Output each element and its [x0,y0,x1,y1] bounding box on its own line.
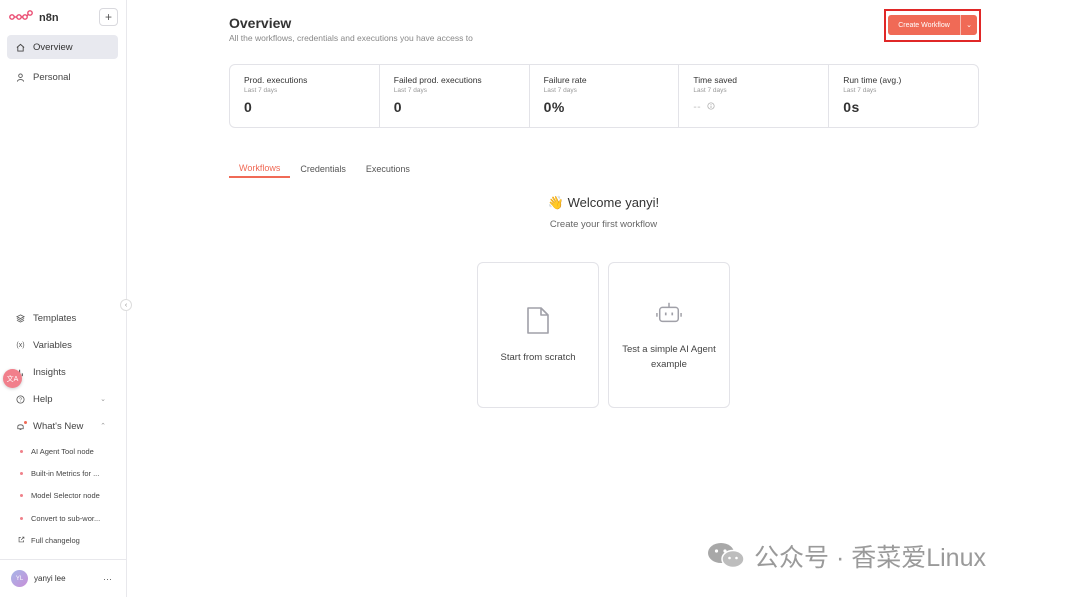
sidebar-item-label: Variables [33,339,72,351]
home-icon [16,43,25,52]
stat-prod-executions[interactable]: Prod. executions Last 7 days 0 [230,65,380,127]
user-icon [16,72,25,82]
info-icon[interactable] [707,102,715,113]
avatar: YL [11,570,28,587]
templates-icon [16,313,25,323]
stat-period: Last 7 days [393,87,428,94]
whats-new-label: AI Agent Tool node [31,447,94,456]
stat-period: Last 7 days [843,87,877,94]
stat-label: Prod. executions [244,75,308,85]
sidebar-item-label: Templates [33,312,77,324]
waving-hand-icon: 👋 [547,195,565,210]
collapse-sidebar-button[interactable]: ‹ [120,299,132,311]
full-changelog-link[interactable]: Full changelog [18,536,80,545]
page-title: Overview [229,15,292,31]
watermark-text: 公众号 · 香菜爱Linux [754,544,986,572]
tab-workflows[interactable]: Workflows [229,160,291,178]
sidebar-item-label: Help [33,393,53,405]
n8n-logo-icon [9,9,33,27]
bullet-icon [20,472,23,475]
stat-value-row: -- [693,102,814,113]
welcome-title: Welcome yanyi! [567,195,660,210]
robot-icon [656,298,682,328]
bullet-icon [20,450,23,453]
whats-new-item[interactable]: AI Agent Tool node [20,447,94,456]
bullet-icon [20,494,23,497]
changelog-label: Full changelog [31,536,80,545]
sidebar-item-overview[interactable]: Overview [7,35,118,59]
stat-run-time[interactable]: Run time (avg.) Last 7 days 0s [829,65,978,127]
stat-label: Failed prod. executions [393,75,482,85]
notification-dot [24,420,27,424]
external-link-icon [18,536,25,545]
brand[interactable]: n8n [9,9,59,27]
help-icon: ? [16,394,25,404]
bell-icon [16,420,27,431]
ai-agent-example-card[interactable]: Test a simple AI Agent example [608,262,730,408]
watermark: 公众号 · 香菜爱Linux [706,538,986,574]
tab-credentials[interactable]: Credentials [290,160,356,178]
stat-failed-executions[interactable]: Failed prod. executions Last 7 days 0 [380,65,530,127]
translate-icon[interactable]: 文A [3,369,22,388]
stat-label: Run time (avg.) [843,75,902,85]
brand-name: n8n [39,12,59,24]
page-subtitle: All the workflows, credentials and execu… [229,33,473,43]
whats-new-label: Model Selector node [31,491,100,500]
tab-bar: Workflows Credentials Executions [229,160,420,180]
sidebar-item-help[interactable]: ? Help ⌄ [7,387,118,411]
more-options-icon[interactable]: ··· [103,574,112,584]
welcome-heading: 👋 Welcome yanyi! [127,195,1080,211]
create-workflow-label[interactable]: Create Workflow [888,15,960,35]
stat-value: 0 [244,99,253,115]
whats-new-item[interactable]: Model Selector node [20,491,100,500]
sidebar-item-label: What's New [33,420,84,432]
stats-panel: Prod. executions Last 7 days 0 Failed pr… [229,64,979,128]
tab-executions[interactable]: Executions [356,160,420,178]
sidebar-item-whats-new[interactable]: What's New ⌃ [7,414,118,438]
stat-value: 0% [543,99,565,115]
wechat-icon [706,542,746,570]
sidebar-item-label: Overview [33,41,73,53]
stat-value: 0s [843,99,860,115]
add-button[interactable]: + [99,8,118,26]
create-workflow-button[interactable]: Create Workflow ⌄ [888,15,977,35]
whats-new-item[interactable]: Convert to sub-wor... [20,514,100,523]
stat-failure-rate[interactable]: Failure rate Last 7 days 0% [530,65,680,127]
chevron-down-icon: ⌄ [100,396,106,403]
whats-new-label: Built-in Metrics for ... [31,469,100,478]
card-label: Test a simple AI Agent example [622,344,716,370]
welcome-subtitle: Create your first workflow [549,219,658,230]
sidebar-item-insights[interactable]: Insights [7,360,118,384]
svg-text:?: ? [19,397,22,403]
chevron-down-icon[interactable]: ⌄ [960,15,977,35]
stat-period: Last 7 days [693,87,727,94]
stat-label: Time saved [693,75,738,85]
stat-value: -- [693,102,702,113]
stat-value: 0 [393,99,403,115]
user-menu[interactable]: YL yanyi lee ··· [0,559,127,597]
sidebar-item-variables[interactable]: (x) Variables [7,333,118,357]
sidebar-item-personal[interactable]: Personal [7,65,118,89]
sidebar-item-templates[interactable]: Templates [7,306,118,330]
stat-time-saved[interactable]: Time saved Last 7 days -- [679,65,830,127]
chevron-up-icon: ⌃ [100,423,106,430]
sidebar-item-label: Insights [33,366,66,378]
card-label: Start from scratch [500,351,576,363]
bullet-icon [20,517,23,520]
sidebar: n8n + Overview Personal Templates (x) Va… [0,0,127,597]
main-content: Overview All the workflows, credentials … [127,0,1080,597]
sidebar-item-label: Personal [33,71,71,83]
variables-icon: (x) [16,341,25,349]
stat-label: Failure rate [543,75,587,85]
whats-new-item[interactable]: Built-in Metrics for ... [20,469,99,478]
whats-new-label: Convert to sub-wor... [31,514,101,523]
stat-period: Last 7 days [543,87,577,94]
start-from-scratch-card[interactable]: Start from scratch [477,262,599,408]
user-name: yanyi lee [34,574,66,583]
stat-period: Last 7 days [244,87,278,94]
file-icon [525,306,551,336]
